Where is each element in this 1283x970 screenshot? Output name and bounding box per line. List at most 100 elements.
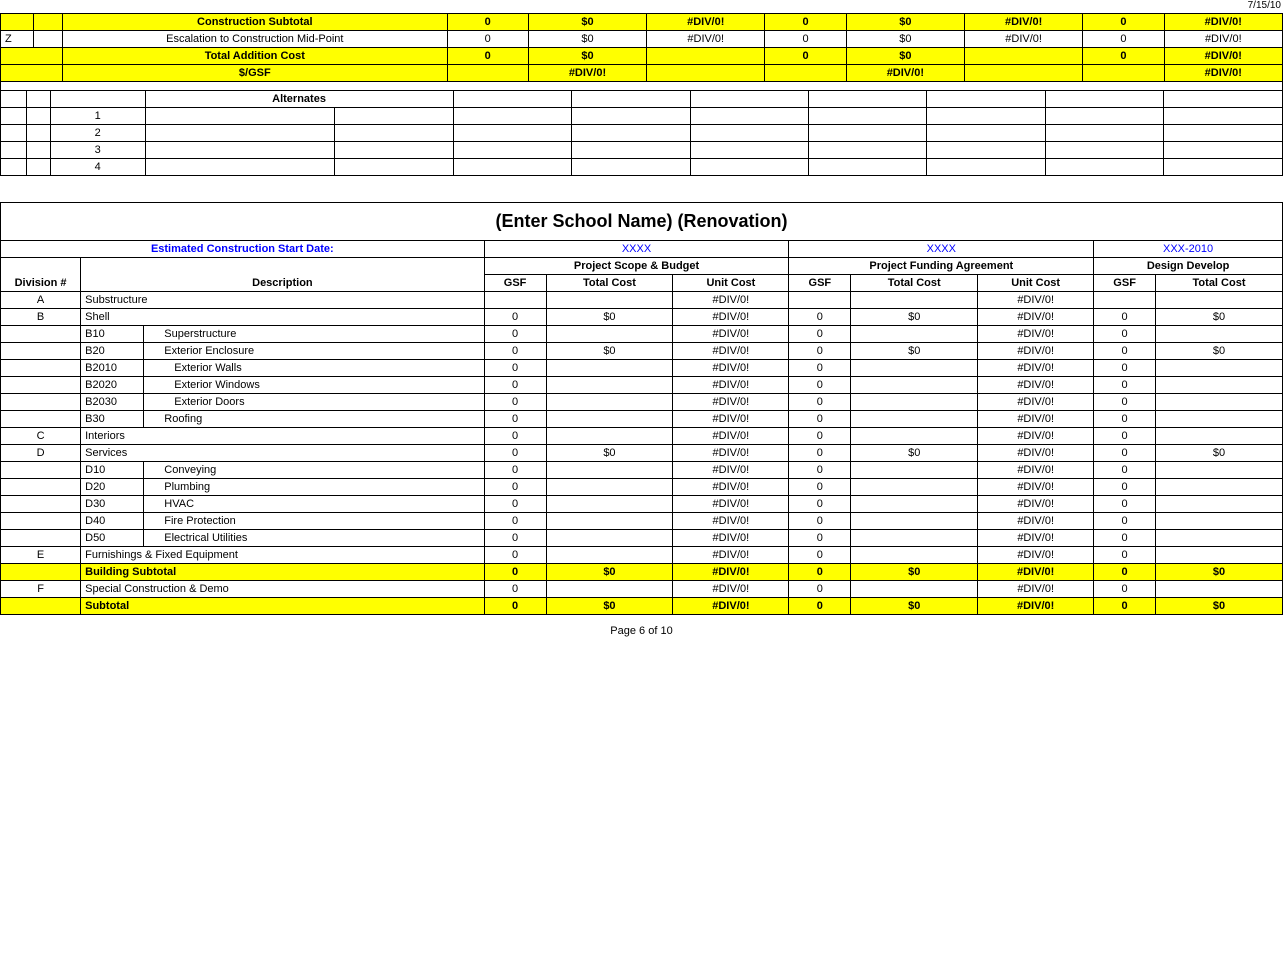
alt2-c8 — [690, 125, 808, 142]
row-D20: D20 Plumbing 0 #DIV/0! 0 #DIV/0! 0 — [1, 479, 1283, 496]
ta-label: Total Addition Cost — [63, 48, 447, 65]
row-D20-t2 — [851, 479, 978, 496]
row-D50-t2 — [851, 530, 978, 547]
row-B-g2: 0 — [789, 309, 851, 326]
cs-letter — [1, 14, 34, 31]
row-D30-desc: HVAC — [144, 496, 484, 513]
row-A-desc: Substructure — [81, 292, 485, 309]
row-D: D Services 0 $0 #DIV/0! 0 $0 #DIV/0! 0 $… — [1, 445, 1283, 462]
alt-h9 — [927, 91, 1045, 108]
row-B30-g2: 0 — [789, 411, 851, 428]
gsf-row: $/GSF #DIV/0! #DIV/0! #DIV/0! — [1, 65, 1283, 82]
row-B2010-g1: 0 — [484, 360, 546, 377]
esc-gsf2: 0 — [765, 31, 846, 48]
alt4-c4 — [145, 159, 335, 176]
st-u1: #DIV/0! — [673, 598, 789, 615]
row-B2030-u2: #DIV/0! — [978, 394, 1094, 411]
page-container: 7/15/10 Construction Subtotal 0 $0 #D — [0, 0, 1283, 643]
row-B2020-code: B2020 — [81, 377, 144, 394]
row-D50-t3 — [1156, 530, 1283, 547]
row-B10-letter — [1, 326, 81, 343]
esc-total1: $0 — [528, 31, 646, 48]
alt4-c10 — [927, 159, 1045, 176]
alt2-c2 — [27, 125, 51, 142]
row-D30-u2: #DIV/0! — [978, 496, 1094, 513]
gsf-empty3 — [647, 65, 765, 82]
row-B2030-code: B2030 — [81, 394, 144, 411]
row-B-u1: #DIV/0! — [673, 309, 789, 326]
row-D40-g1: 0 — [484, 513, 546, 530]
row-B20-g3: 0 — [1094, 343, 1156, 360]
alt4-c12 — [1164, 159, 1283, 176]
row-B30-code: B30 — [81, 411, 144, 428]
alt-h6 — [572, 91, 690, 108]
row-D30-g1: 0 — [484, 496, 546, 513]
est-start-label: Estimated Construction Start Date: — [1, 241, 485, 258]
row-A-g3 — [1094, 292, 1156, 309]
building-subtotal-row: Building Subtotal 0 $0 #DIV/0! 0 $0 #DIV… — [1, 564, 1283, 581]
alt1-num: 1 — [50, 108, 145, 125]
sh-uc2: Unit Cost — [978, 275, 1094, 292]
row-F-t3 — [1156, 581, 1283, 598]
row-A: A Substructure #DIV/0! #DIV/0! — [1, 292, 1283, 309]
row-B2020-u2: #DIV/0! — [978, 377, 1094, 394]
row-A-g1 — [484, 292, 546, 309]
gsf-empty — [1, 65, 63, 82]
row-D20-g2: 0 — [789, 479, 851, 496]
cs-label: Construction Subtotal — [63, 14, 447, 31]
row-B30: B30 Roofing 0 #DIV/0! 0 #DIV/0! 0 — [1, 411, 1283, 428]
row-B2030-desc: Exterior Doors — [144, 394, 484, 411]
row-D30-g2: 0 — [789, 496, 851, 513]
row-B-g1: 0 — [484, 309, 546, 326]
bs-u2: #DIV/0! — [978, 564, 1094, 581]
row-C-g1: 0 — [484, 428, 546, 445]
cs-gsf3: 0 — [1083, 14, 1164, 31]
row-B2030-letter — [1, 394, 81, 411]
alt-row-3: 3 — [1, 142, 1283, 159]
row-E-g1: 0 — [484, 547, 546, 564]
ta-empty-unit2 — [964, 48, 1082, 65]
row-D50-t1 — [546, 530, 673, 547]
bs-g3: 0 — [1094, 564, 1156, 581]
row-B20-letter — [1, 343, 81, 360]
row-A-g2 — [789, 292, 851, 309]
alt3-c9 — [808, 142, 926, 159]
header-row2: Division # Description Project Scope & B… — [1, 258, 1283, 275]
bs-t1: $0 — [546, 564, 673, 581]
subtotal-row: Subtotal 0 $0 #DIV/0! 0 $0 #DIV/0! 0 $0 — [1, 598, 1283, 615]
row-D10-u2: #DIV/0! — [978, 462, 1094, 479]
row-D40-u1: #DIV/0! — [673, 513, 789, 530]
alt2-c5 — [335, 125, 453, 142]
row-D-u1: #DIV/0! — [673, 445, 789, 462]
alt3-c6 — [453, 142, 571, 159]
row-B20-code: B20 — [81, 343, 144, 360]
row-D-g2: 0 — [789, 445, 851, 462]
st-g2: 0 — [789, 598, 851, 615]
row-B2030-g1: 0 — [484, 394, 546, 411]
row-E-u2: #DIV/0! — [978, 547, 1094, 564]
row-B-letter: B — [1, 309, 81, 326]
row-B10-u1: #DIV/0! — [673, 326, 789, 343]
alt3-c11 — [1045, 142, 1163, 159]
row-F: F Special Construction & Demo 0 #DIV/0! … — [1, 581, 1283, 598]
row-B10-t3 — [1156, 326, 1283, 343]
row-D50-code: D50 — [81, 530, 144, 547]
row-B10-g2: 0 — [789, 326, 851, 343]
ta-gsf1: 0 — [447, 48, 528, 65]
row-F-u1: #DIV/0! — [673, 581, 789, 598]
row-D30-g3: 0 — [1094, 496, 1156, 513]
row-D30: D30 HVAC 0 #DIV/0! 0 #DIV/0! 0 — [1, 496, 1283, 513]
alt2-c11 — [1045, 125, 1163, 142]
row-B30-t3 — [1156, 411, 1283, 428]
st-t3: $0 — [1156, 598, 1283, 615]
desc-header: Description — [81, 258, 485, 292]
alt1-c9 — [808, 108, 926, 125]
col2-code: XXXX — [789, 241, 1094, 258]
row-B2030-t2 — [851, 394, 978, 411]
row-B: B Shell 0 $0 #DIV/0! 0 $0 #DIV/0! 0 $0 — [1, 309, 1283, 326]
row-D20-u1: #DIV/0! — [673, 479, 789, 496]
bs-t3: $0 — [1156, 564, 1283, 581]
col3-code: XXX-2010 — [1094, 241, 1283, 258]
st-u2: #DIV/0! — [978, 598, 1094, 615]
row-D30-t1 — [546, 496, 673, 513]
